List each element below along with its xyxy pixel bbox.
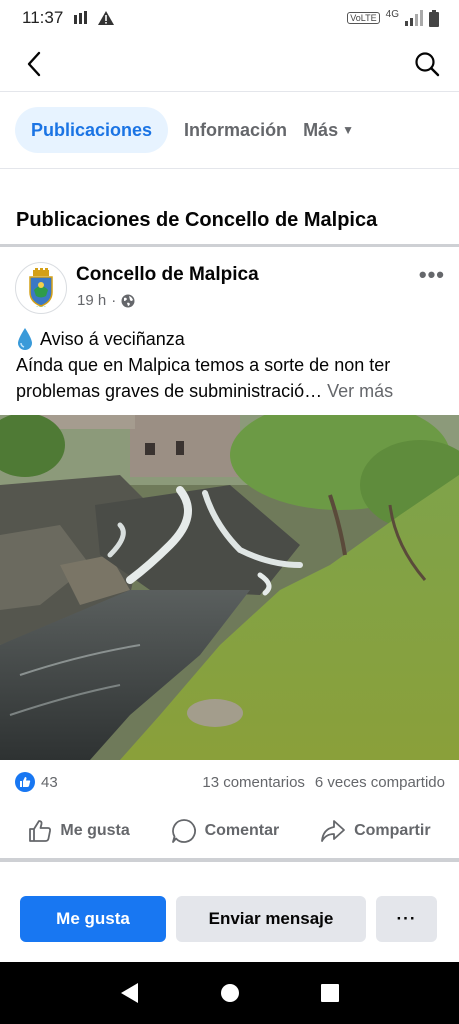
page-action-bar: Me gusta Enviar mensaje ··· xyxy=(20,896,439,942)
send-message-button[interactable]: Enviar mensaje xyxy=(176,896,366,942)
like-page-button[interactable]: Me gusta xyxy=(20,896,166,942)
shares-count[interactable]: 6 veces compartido xyxy=(315,774,445,791)
meta-separator: · xyxy=(111,292,117,309)
comments-count[interactable]: 13 comentarios xyxy=(202,774,305,791)
status-left: 11:37 xyxy=(22,8,115,28)
status-right: VoLTE 4G xyxy=(347,9,439,28)
coat-of-arms-logo: ~~~~ xyxy=(29,268,53,309)
reaction-summary: 43 13 comentarios 6 veces compartido xyxy=(15,770,445,794)
system-navigation-bar xyxy=(0,962,459,1024)
engagement-counts: 13 comentarios 6 veces compartido xyxy=(202,774,445,791)
status-time: 11:37 xyxy=(22,8,64,27)
warning-icon xyxy=(98,11,115,25)
back-button[interactable] xyxy=(18,48,50,80)
svg-text:~~~~: ~~~~ xyxy=(36,305,47,309)
post-heading: Aviso á veciñanza xyxy=(40,329,185,349)
post-meta: 19 h · xyxy=(77,292,135,309)
water-drop-icon xyxy=(18,328,32,350)
post-line-1: Aviso á veciñanza xyxy=(16,326,446,352)
share-action-label: Compartir xyxy=(354,822,431,839)
network-type: 4G xyxy=(385,8,399,20)
page-tabs: Publicaciones Información Más ▼ xyxy=(0,92,459,169)
nav-home-icon[interactable] xyxy=(220,983,240,1003)
waterfall-photo xyxy=(0,415,459,760)
tab-label: Información xyxy=(184,119,288,140)
post-line-2: Aínda que en Malpica temos a sorte de no… xyxy=(16,355,391,375)
tab-mas[interactable]: Más ▼ xyxy=(303,107,354,153)
like-action-button[interactable]: Me gusta xyxy=(28,819,130,843)
post-header: ~~~~ Concello de Malpica 19 h · ••• xyxy=(15,262,445,314)
volte-badge: VoLTE xyxy=(347,12,380,24)
post-photo[interactable] xyxy=(0,415,459,760)
thumbs-up-icon xyxy=(29,820,52,842)
page-avatar[interactable]: ~~~~ xyxy=(15,262,67,314)
post-text: Aviso á veciñanza Aínda que en Malpica t… xyxy=(16,326,446,404)
tab-informacion[interactable]: Información xyxy=(184,107,287,153)
post-time[interactable]: 19 h xyxy=(77,292,106,309)
post-line-3: problemas graves de subministració… Ver … xyxy=(16,378,446,404)
search-icon xyxy=(415,51,440,76)
reaction-count: 43 xyxy=(41,773,58,791)
page-name[interactable]: Concello de Malpica xyxy=(76,264,259,286)
tab-label: Más xyxy=(303,119,339,140)
back-arrow-icon xyxy=(27,51,41,76)
battery-icon xyxy=(429,9,439,27)
nav-back-icon[interactable] xyxy=(120,982,140,1004)
post-truncated-text: problemas graves de subministració… xyxy=(16,381,323,401)
post-options-icon[interactable]: ••• xyxy=(419,262,445,288)
like-reaction-icon xyxy=(15,772,35,792)
comment-bubble-icon xyxy=(171,819,196,843)
section-divider xyxy=(0,244,459,247)
comment-action-label: Comentar xyxy=(204,822,280,839)
more-options-button[interactable]: ··· xyxy=(376,896,437,942)
tab-publicaciones[interactable]: Publicaciones xyxy=(15,107,169,153)
section-title: Publicaciones de Concello de Malpica xyxy=(16,209,378,231)
comment-action-button[interactable]: Comentar xyxy=(171,818,280,844)
nav-recents-icon[interactable] xyxy=(320,984,339,1002)
share-arrow-icon xyxy=(321,820,345,842)
status-bar: 11:37 VoLTE 4G xyxy=(0,0,459,36)
caret-down-icon: ▼ xyxy=(342,123,354,137)
tab-label: Publicaciones xyxy=(31,119,153,140)
search-button[interactable] xyxy=(411,48,443,80)
cell-signal-icon xyxy=(405,10,423,26)
post-divider xyxy=(0,858,459,862)
globe-icon xyxy=(121,294,135,307)
post-actions: Me gusta Comentar Compartir xyxy=(0,810,459,852)
top-navigation xyxy=(0,36,459,92)
signal-bars-icon xyxy=(74,11,88,24)
like-action-label: Me gusta xyxy=(60,822,130,839)
see-more-link[interactable]: Ver más xyxy=(327,381,393,401)
share-action-button[interactable]: Compartir xyxy=(320,819,431,843)
reaction-count-group[interactable]: 43 xyxy=(15,772,58,792)
